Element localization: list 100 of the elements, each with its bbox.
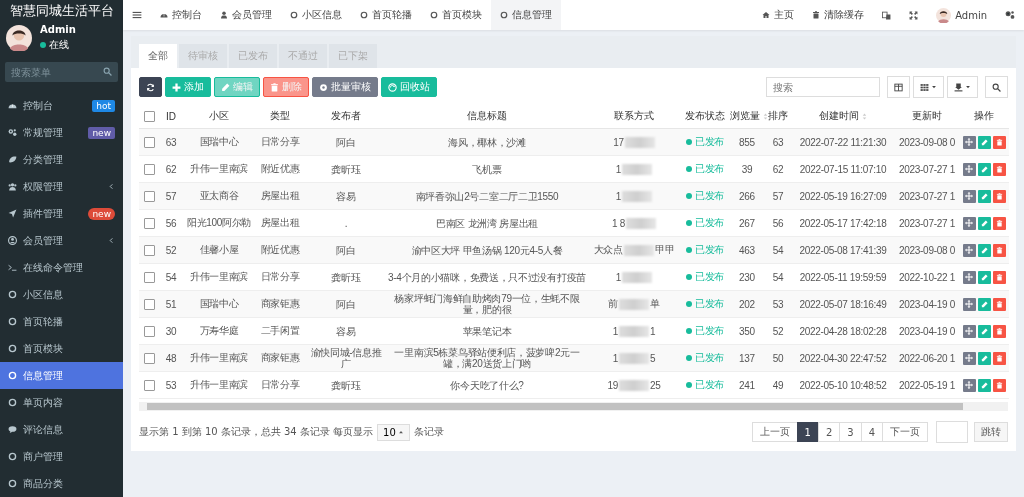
status-label: 已发布 — [694, 297, 725, 311]
delete-button[interactable] — [992, 135, 1006, 149]
status-label: 已发布 — [694, 216, 725, 230]
table-cell: 241 — [739, 379, 755, 391]
view-dropdown[interactable] — [913, 76, 944, 98]
delete-button[interactable] — [992, 351, 1006, 365]
row-checkbox[interactable] — [143, 325, 155, 337]
badge: hot — [92, 99, 115, 112]
menu-item[interactable]: 信息管理 — [0, 362, 123, 389]
nav-tab[interactable]: 首页模块 — [421, 0, 491, 30]
drag-button[interactable] — [962, 243, 976, 257]
refresh-button[interactable] — [139, 77, 162, 97]
menu-item[interactable]: 控制台 hot — [0, 92, 123, 119]
drag-button[interactable] — [962, 351, 976, 365]
edit-button[interactable] — [977, 351, 991, 365]
page-button[interactable]: 1 — [796, 422, 819, 442]
menu-item[interactable]: 插件管理 new — [0, 200, 123, 227]
nav-tab[interactable]: 信息管理 — [491, 0, 561, 30]
menu-item[interactable]: 首页轮播 — [0, 308, 123, 335]
drag-button[interactable] — [962, 216, 976, 230]
row-checkbox[interactable] — [143, 352, 155, 364]
export-dropdown[interactable] — [947, 76, 978, 98]
jump-button[interactable]: 跳转 — [974, 422, 1008, 442]
table-cell: 阿白 — [336, 298, 356, 310]
delete-button[interactable] — [992, 216, 1006, 230]
row-checkbox[interactable] — [143, 163, 155, 175]
nav-tab[interactable]: 控制台 — [151, 0, 211, 30]
drag-button[interactable] — [962, 297, 976, 311]
delete-button[interactable] — [992, 162, 1006, 176]
edit-button[interactable] — [977, 243, 991, 257]
delete-button[interactable] — [992, 270, 1006, 284]
menu-item[interactable]: 小区信息 — [0, 281, 123, 308]
row-checkbox[interactable] — [143, 271, 155, 283]
search-field[interactable]: 搜索 — [766, 77, 880, 97]
menu-item[interactable]: 单页内容 — [0, 389, 123, 416]
filter-tab[interactable]: 全部 — [139, 44, 177, 68]
table-cell: 升伟一里南滨 — [189, 352, 249, 363]
nav-tab[interactable]: 首页轮播 — [351, 0, 421, 30]
row-checkbox[interactable] — [143, 136, 155, 148]
delete-button[interactable] — [992, 324, 1006, 338]
edit-button[interactable] — [977, 162, 991, 176]
top-link[interactable]: 主页 — [753, 0, 804, 30]
menu-item[interactable]: 商户管理 — [0, 443, 123, 470]
search-button[interactable] — [985, 76, 1008, 98]
edit-button[interactable] — [977, 270, 991, 284]
pencil-icon — [980, 192, 988, 200]
edit-button[interactable] — [977, 135, 991, 149]
menu-item[interactable]: 在线命令管理 — [0, 254, 123, 281]
nav-tab[interactable]: 小区信息 — [281, 0, 351, 30]
drag-button[interactable] — [962, 162, 976, 176]
menu-item[interactable]: 评论信息 — [0, 416, 123, 443]
table-cell: 62 — [165, 163, 177, 175]
drag-button[interactable] — [962, 270, 976, 284]
select-all-checkbox[interactable] — [143, 110, 155, 122]
edit-button[interactable] — [977, 324, 991, 338]
row-checkbox[interactable] — [143, 217, 155, 229]
row-checkbox[interactable] — [143, 190, 155, 202]
column-header: 联系方式 — [614, 109, 654, 123]
delete-button[interactable] — [992, 297, 1006, 311]
search-field[interactable]: 搜索菜单 — [5, 62, 118, 82]
menu-item[interactable]: 权限管理 — [0, 173, 123, 200]
move-icon — [965, 273, 973, 281]
menu-item[interactable]: 会员管理 — [0, 227, 123, 254]
table-cell: 53 — [165, 379, 177, 391]
table-cell: 2023-04-19 0 — [899, 325, 955, 337]
edit-button[interactable] — [977, 189, 991, 203]
edit-button[interactable] — [977, 216, 991, 230]
drag-button[interactable] — [962, 378, 976, 392]
avatar — [6, 25, 32, 51]
table-cell: 48 — [165, 352, 177, 364]
menu-item[interactable]: 首页模块 — [0, 335, 123, 362]
nav-tab[interactable]: 会员管理 — [211, 0, 281, 30]
scrollbar[interactable] — [139, 402, 1008, 411]
move-icon — [965, 138, 973, 146]
table-cell: 2022-07-22 11:21:30 — [799, 136, 887, 148]
columns-button[interactable] — [887, 76, 910, 98]
top-link[interactable]: 清除缓存 — [803, 0, 874, 30]
page-input[interactable] — [936, 421, 968, 443]
page-button[interactable]: 上一页 — [751, 422, 798, 442]
row-checkbox[interactable] — [143, 244, 155, 256]
page-size-dropdown[interactable]: 10 — [377, 423, 410, 441]
delete-button[interactable] — [992, 189, 1006, 203]
group-icon — [8, 182, 17, 191]
menu-item[interactable]: 分类管理 — [0, 146, 123, 173]
page-button[interactable]: 3 — [839, 422, 862, 442]
delete-button[interactable] — [992, 378, 1006, 392]
delete-button[interactable] — [992, 243, 1006, 257]
page-button[interactable]: 下一页 — [882, 422, 928, 442]
row-checkbox[interactable] — [143, 298, 155, 310]
edit-button[interactable] — [977, 378, 991, 392]
user-name[interactable]: Admin — [955, 9, 987, 21]
table-cell: 57 — [772, 190, 784, 202]
row-checkbox[interactable] — [143, 379, 155, 391]
review-button[interactable]: 批量审核 — [312, 77, 378, 97]
drag-button[interactable] — [962, 324, 976, 338]
drag-button[interactable] — [962, 135, 976, 149]
menu-item[interactable]: 常规管理 new — [0, 119, 123, 146]
menu-item[interactable]: 商品分类 — [0, 470, 123, 497]
drag-button[interactable] — [962, 189, 976, 203]
edit-button[interactable] — [977, 297, 991, 311]
